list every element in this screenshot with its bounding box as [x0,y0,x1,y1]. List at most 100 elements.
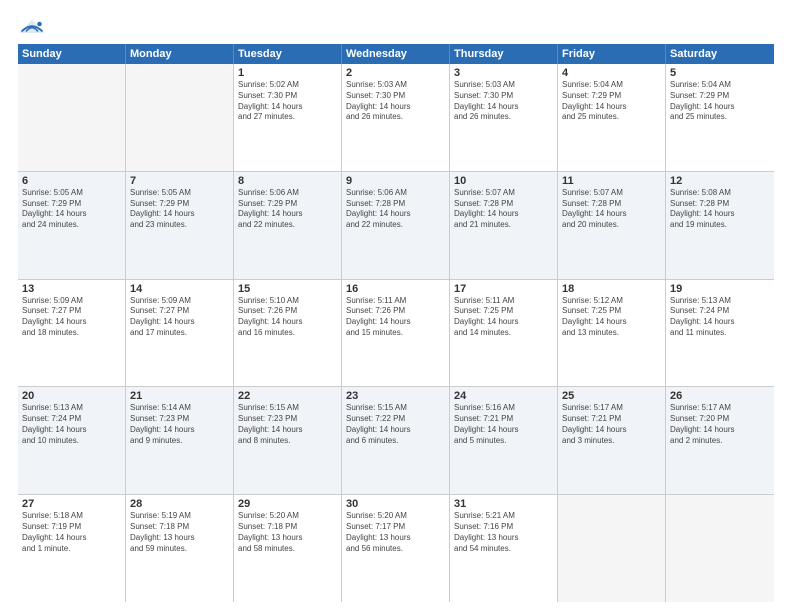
day-number: 24 [454,390,553,402]
calendar-cell-15: 15Sunrise: 5:10 AM Sunset: 7:26 PM Dayli… [234,280,342,387]
calendar-cell-empty-4-6 [666,495,774,602]
logo-icon [18,18,46,36]
day-number: 25 [562,390,661,402]
cell-text: Sunrise: 5:04 AM Sunset: 7:29 PM Dayligh… [562,80,661,123]
cell-text: Sunrise: 5:20 AM Sunset: 7:18 PM Dayligh… [238,511,337,554]
calendar-cell-24: 24Sunrise: 5:16 AM Sunset: 7:21 PM Dayli… [450,387,558,494]
cell-text: Sunrise: 5:12 AM Sunset: 7:25 PM Dayligh… [562,296,661,339]
cell-text: Sunrise: 5:05 AM Sunset: 7:29 PM Dayligh… [22,188,121,231]
calendar-cell-10: 10Sunrise: 5:07 AM Sunset: 7:28 PM Dayli… [450,172,558,279]
calendar-cell-21: 21Sunrise: 5:14 AM Sunset: 7:23 PM Dayli… [126,387,234,494]
cell-text: Sunrise: 5:07 AM Sunset: 7:28 PM Dayligh… [562,188,661,231]
cell-text: Sunrise: 5:20 AM Sunset: 7:17 PM Dayligh… [346,511,445,554]
cell-text: Sunrise: 5:03 AM Sunset: 7:30 PM Dayligh… [454,80,553,123]
calendar-cell-5: 5Sunrise: 5:04 AM Sunset: 7:29 PM Daylig… [666,64,774,171]
day-number: 9 [346,175,445,187]
calendar-cell-empty-0-1 [126,64,234,171]
calendar-cell-8: 8Sunrise: 5:06 AM Sunset: 7:29 PM Daylig… [234,172,342,279]
day-number: 26 [670,390,770,402]
cell-text: Sunrise: 5:17 AM Sunset: 7:21 PM Dayligh… [562,403,661,446]
day-number: 5 [670,67,770,79]
calendar-cell-12: 12Sunrise: 5:08 AM Sunset: 7:28 PM Dayli… [666,172,774,279]
calendar-cell-empty-4-5 [558,495,666,602]
cell-text: Sunrise: 5:09 AM Sunset: 7:27 PM Dayligh… [22,296,121,339]
day-number: 22 [238,390,337,402]
cell-text: Sunrise: 5:18 AM Sunset: 7:19 PM Dayligh… [22,511,121,554]
cell-text: Sunrise: 5:14 AM Sunset: 7:23 PM Dayligh… [130,403,229,446]
calendar-cell-14: 14Sunrise: 5:09 AM Sunset: 7:27 PM Dayli… [126,280,234,387]
calendar-cell-6: 6Sunrise: 5:05 AM Sunset: 7:29 PM Daylig… [18,172,126,279]
cell-text: Sunrise: 5:21 AM Sunset: 7:16 PM Dayligh… [454,511,553,554]
cell-text: Sunrise: 5:15 AM Sunset: 7:22 PM Dayligh… [346,403,445,446]
calendar: SundayMondayTuesdayWednesdayThursdayFrid… [18,44,774,602]
calendar-cell-19: 19Sunrise: 5:13 AM Sunset: 7:24 PM Dayli… [666,280,774,387]
calendar-cell-9: 9Sunrise: 5:06 AM Sunset: 7:28 PM Daylig… [342,172,450,279]
cell-text: Sunrise: 5:06 AM Sunset: 7:28 PM Dayligh… [346,188,445,231]
day-number: 23 [346,390,445,402]
cell-text: Sunrise: 5:06 AM Sunset: 7:29 PM Dayligh… [238,188,337,231]
day-number: 15 [238,283,337,295]
calendar-cell-1: 1Sunrise: 5:02 AM Sunset: 7:30 PM Daylig… [234,64,342,171]
calendar-cell-27: 27Sunrise: 5:18 AM Sunset: 7:19 PM Dayli… [18,495,126,602]
cell-text: Sunrise: 5:17 AM Sunset: 7:20 PM Dayligh… [670,403,770,446]
weekday-header-friday: Friday [558,44,666,64]
day-number: 18 [562,283,661,295]
day-number: 13 [22,283,121,295]
day-number: 11 [562,175,661,187]
calendar-row-1: 6Sunrise: 5:05 AM Sunset: 7:29 PM Daylig… [18,172,774,280]
day-number: 20 [22,390,121,402]
calendar-row-0: 1Sunrise: 5:02 AM Sunset: 7:30 PM Daylig… [18,64,774,172]
cell-text: Sunrise: 5:02 AM Sunset: 7:30 PM Dayligh… [238,80,337,123]
day-number: 17 [454,283,553,295]
day-number: 7 [130,175,229,187]
calendar-cell-28: 28Sunrise: 5:19 AM Sunset: 7:18 PM Dayli… [126,495,234,602]
day-number: 30 [346,498,445,510]
day-number: 12 [670,175,770,187]
day-number: 10 [454,175,553,187]
weekday-header-monday: Monday [126,44,234,64]
cell-text: Sunrise: 5:09 AM Sunset: 7:27 PM Dayligh… [130,296,229,339]
cell-text: Sunrise: 5:05 AM Sunset: 7:29 PM Dayligh… [130,188,229,231]
calendar-body: 1Sunrise: 5:02 AM Sunset: 7:30 PM Daylig… [18,64,774,602]
weekday-header-wednesday: Wednesday [342,44,450,64]
calendar-cell-25: 25Sunrise: 5:17 AM Sunset: 7:21 PM Dayli… [558,387,666,494]
day-number: 14 [130,283,229,295]
calendar-cell-18: 18Sunrise: 5:12 AM Sunset: 7:25 PM Dayli… [558,280,666,387]
cell-text: Sunrise: 5:19 AM Sunset: 7:18 PM Dayligh… [130,511,229,554]
weekday-header-tuesday: Tuesday [234,44,342,64]
cell-text: Sunrise: 5:04 AM Sunset: 7:29 PM Dayligh… [670,80,770,123]
calendar-cell-16: 16Sunrise: 5:11 AM Sunset: 7:26 PM Dayli… [342,280,450,387]
day-number: 21 [130,390,229,402]
day-number: 19 [670,283,770,295]
day-number: 29 [238,498,337,510]
cell-text: Sunrise: 5:08 AM Sunset: 7:28 PM Dayligh… [670,188,770,231]
weekday-header-saturday: Saturday [666,44,774,64]
calendar-cell-13: 13Sunrise: 5:09 AM Sunset: 7:27 PM Dayli… [18,280,126,387]
day-number: 1 [238,67,337,79]
cell-text: Sunrise: 5:11 AM Sunset: 7:25 PM Dayligh… [454,296,553,339]
cell-text: Sunrise: 5:16 AM Sunset: 7:21 PM Dayligh… [454,403,553,446]
calendar-cell-30: 30Sunrise: 5:20 AM Sunset: 7:17 PM Dayli… [342,495,450,602]
cell-text: Sunrise: 5:15 AM Sunset: 7:23 PM Dayligh… [238,403,337,446]
calendar-cell-11: 11Sunrise: 5:07 AM Sunset: 7:28 PM Dayli… [558,172,666,279]
day-number: 2 [346,67,445,79]
day-number: 28 [130,498,229,510]
calendar-row-4: 27Sunrise: 5:18 AM Sunset: 7:19 PM Dayli… [18,495,774,602]
logo [18,18,50,36]
calendar-cell-20: 20Sunrise: 5:13 AM Sunset: 7:24 PM Dayli… [18,387,126,494]
weekday-header-sunday: Sunday [18,44,126,64]
calendar-cell-31: 31Sunrise: 5:21 AM Sunset: 7:16 PM Dayli… [450,495,558,602]
day-number: 6 [22,175,121,187]
cell-text: Sunrise: 5:10 AM Sunset: 7:26 PM Dayligh… [238,296,337,339]
calendar-cell-4: 4Sunrise: 5:04 AM Sunset: 7:29 PM Daylig… [558,64,666,171]
calendar-cell-29: 29Sunrise: 5:20 AM Sunset: 7:18 PM Dayli… [234,495,342,602]
day-number: 8 [238,175,337,187]
cell-text: Sunrise: 5:03 AM Sunset: 7:30 PM Dayligh… [346,80,445,123]
cell-text: Sunrise: 5:11 AM Sunset: 7:26 PM Dayligh… [346,296,445,339]
cell-text: Sunrise: 5:07 AM Sunset: 7:28 PM Dayligh… [454,188,553,231]
calendar-cell-empty-0-0 [18,64,126,171]
calendar-row-2: 13Sunrise: 5:09 AM Sunset: 7:27 PM Dayli… [18,280,774,388]
day-number: 3 [454,67,553,79]
calendar-cell-22: 22Sunrise: 5:15 AM Sunset: 7:23 PM Dayli… [234,387,342,494]
calendar-cell-2: 2Sunrise: 5:03 AM Sunset: 7:30 PM Daylig… [342,64,450,171]
